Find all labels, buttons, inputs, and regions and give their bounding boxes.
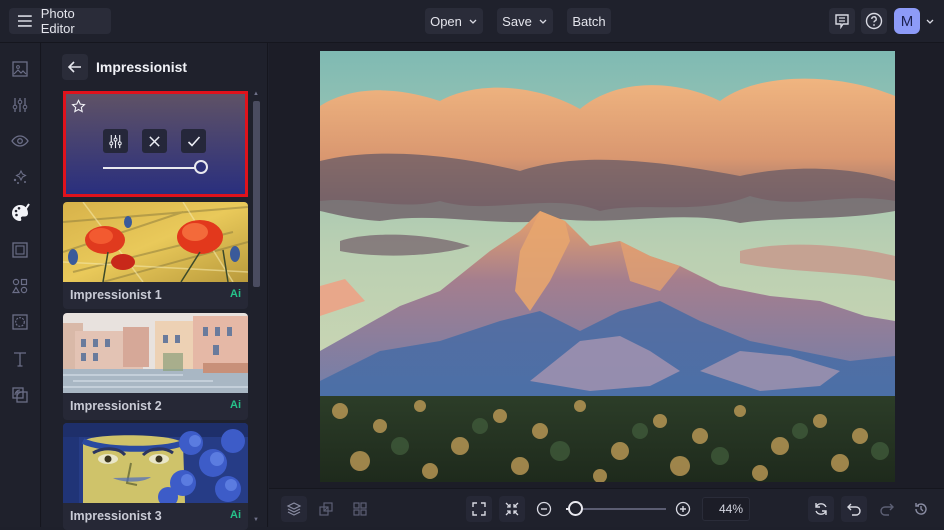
star-icon[interactable] — [71, 99, 86, 114]
filter-settings-button[interactable] — [103, 129, 128, 153]
zoom-slider-handle[interactable] — [568, 501, 583, 516]
history-button[interactable] — [908, 496, 934, 522]
edited-photo[interactable] — [320, 51, 895, 482]
batch-label: Batch — [572, 13, 606, 29]
actual-size-button[interactable] — [499, 496, 525, 522]
nav-graphics[interactable] — [9, 275, 31, 297]
filter-label: Impressionist 2 — [70, 399, 162, 413]
nav-frames[interactable] — [9, 239, 31, 261]
checkmark-icon — [187, 135, 200, 147]
undo-icon — [847, 503, 861, 516]
feedback-button[interactable] — [829, 8, 855, 34]
open-label: Open — [430, 13, 462, 29]
zoom-in-icon[interactable] — [675, 501, 691, 517]
redo-button[interactable] — [874, 496, 900, 522]
nav-image[interactable] — [9, 58, 31, 80]
refresh-icon — [815, 503, 827, 515]
help-button[interactable] — [861, 8, 887, 34]
intensity-slider-handle[interactable] — [194, 160, 208, 174]
panel-scrollbar[interactable] — [253, 101, 260, 287]
canvas-area — [269, 43, 944, 488]
nav-adjust[interactable] — [9, 94, 31, 116]
fit-to-screen-button[interactable] — [466, 496, 492, 522]
chevron-down-icon — [469, 19, 477, 24]
top-bar: Photo Editor Open Save Batch M — [0, 0, 944, 43]
filter-panel: Impressionist Impressionist 1 Ai Impress… — [42, 43, 268, 530]
sparkles-icon — [13, 169, 27, 184]
scroll-down-arrow[interactable]: ▼ — [253, 517, 259, 523]
filter-card-impressionist-1[interactable]: Impressionist 1 Ai — [63, 202, 248, 309]
eye-icon — [11, 135, 29, 147]
sliders-icon — [12, 98, 28, 112]
left-nav — [0, 43, 41, 527]
filter-thumbnail — [63, 202, 248, 282]
grid-icon — [353, 502, 367, 516]
intensity-slider-track[interactable] — [103, 167, 201, 169]
filter-label: Impressionist 1 — [70, 288, 162, 302]
arrow-left-icon — [67, 61, 81, 73]
filter-card-impressionist-3[interactable]: Impressionist 3 Ai — [63, 423, 248, 530]
image-icon — [12, 61, 28, 77]
back-button[interactable] — [62, 54, 88, 80]
feedback-icon — [835, 14, 849, 29]
ai-badge: Ai — [230, 509, 241, 521]
panel-title: Impressionist — [96, 59, 188, 75]
text-icon — [14, 352, 26, 367]
save-label: Save — [502, 13, 532, 29]
filter-label: Impressionist 3 — [70, 509, 162, 523]
grid-button[interactable] — [347, 496, 373, 522]
account-chevron-icon[interactable] — [925, 16, 935, 26]
hamburger-icon — [17, 15, 32, 27]
filter-thumbnail — [63, 423, 248, 503]
shapes-icon — [11, 278, 28, 294]
nav-effects[interactable] — [9, 166, 31, 188]
shrink-icon — [505, 502, 519, 516]
nav-overlays[interactable] — [9, 311, 31, 333]
user-avatar[interactable]: M — [894, 8, 920, 34]
help-icon — [865, 12, 883, 30]
batch-button[interactable]: Batch — [567, 8, 611, 34]
palette-icon — [12, 203, 30, 221]
cancel-filter-button[interactable] — [142, 129, 167, 153]
save-button[interactable]: Save — [497, 8, 553, 34]
redo-icon — [880, 503, 894, 516]
compare-button[interactable] — [313, 496, 339, 522]
frame-icon — [12, 242, 28, 258]
nav-text[interactable] — [9, 348, 31, 370]
app-title: Photo Editor — [40, 6, 75, 36]
scroll-up-arrow[interactable]: ▲ — [253, 91, 259, 97]
undo-button[interactable] — [841, 496, 867, 522]
filter-thumbnail — [63, 313, 248, 393]
ai-badge: Ai — [230, 288, 241, 300]
selected-filter-card[interactable] — [63, 91, 248, 197]
zoom-level-input[interactable]: 44% — [702, 497, 750, 521]
sliders-icon — [109, 134, 122, 148]
bottom-toolbar: 44% — [269, 488, 944, 527]
close-icon — [149, 135, 160, 147]
expand-icon — [472, 502, 486, 516]
compare-icon — [319, 502, 333, 516]
menu-button[interactable]: Photo Editor — [9, 6, 111, 36]
filter-card-impressionist-2[interactable]: Impressionist 2 Ai — [63, 313, 248, 420]
overlay-icon — [12, 314, 28, 330]
nav-artsy[interactable] — [9, 202, 31, 224]
layers-button[interactable] — [281, 496, 307, 522]
layers-icon — [286, 502, 302, 516]
ai-badge: Ai — [230, 399, 241, 411]
apply-filter-button[interactable] — [181, 129, 206, 153]
nav-layers[interactable] — [9, 384, 31, 406]
layers-overlap-icon — [12, 387, 28, 403]
history-icon — [915, 503, 927, 515]
chevron-down-icon — [539, 19, 547, 24]
zoom-out-icon[interactable] — [536, 501, 552, 517]
nav-preview[interactable] — [9, 130, 31, 152]
reset-button[interactable] — [808, 496, 834, 522]
open-button[interactable]: Open — [425, 8, 483, 34]
